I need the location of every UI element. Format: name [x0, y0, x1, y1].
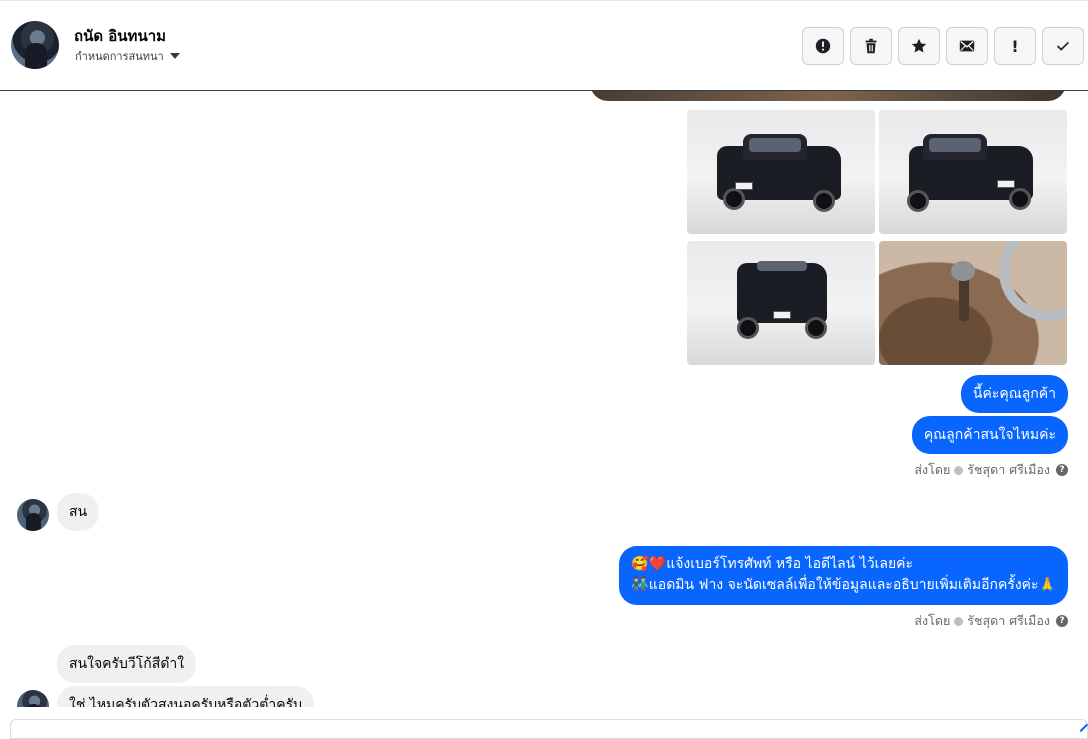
message-line: 👬แอดมิน ฟาง จะนัดเซลล์เพื่อให้ข้อมูลและอ…	[631, 577, 1056, 593]
contact-avatar-small[interactable]	[17, 690, 49, 707]
sent-by-label: ส่งโดย	[914, 613, 951, 628]
help-icon[interactable]: ?	[1056, 464, 1068, 476]
schedule-label: กำหนดการสนทนา	[75, 50, 164, 63]
check-icon	[1057, 41, 1069, 51]
action-toolbar: !	[802, 27, 1084, 65]
truck-wheel	[1009, 188, 1031, 210]
sent-by-line: ส่งโดย รัชสุดา ศรีเมือง ?	[914, 611, 1068, 631]
previous-image-message[interactable]: ❖❖❖❖❖❖❖❖❖	[590, 91, 1066, 101]
trash-icon	[865, 38, 877, 54]
top-divider	[0, 0, 1088, 1]
spam-button[interactable]: !	[994, 27, 1036, 65]
conversation-header: ถนัด อินทนาม กำหนดการสนทนา !	[0, 0, 1088, 91]
truck-windshield	[749, 138, 801, 152]
truck-windshield	[929, 138, 981, 152]
steering-wheel	[999, 241, 1067, 321]
car-photo-4[interactable]	[879, 241, 1067, 365]
sender-name[interactable]: รัชสุดา ศรีเมือง	[967, 460, 1050, 480]
exclamation-icon: !	[1011, 36, 1019, 56]
agent-status-icon	[954, 465, 964, 475]
license-plate	[773, 311, 791, 319]
truck-rear-window	[757, 261, 807, 271]
truck-wheel	[813, 190, 835, 212]
delete-button[interactable]	[850, 27, 892, 65]
schedule-dropdown[interactable]: กำหนดการสนทนา	[75, 47, 180, 65]
truck-wheel	[805, 317, 827, 339]
truck-wheel	[907, 190, 929, 212]
contact-name[interactable]: ถนัด อินทนาม	[74, 24, 166, 48]
message-composer[interactable]	[10, 719, 1088, 739]
done-button[interactable]	[1042, 27, 1084, 65]
mark-unread-button[interactable]	[946, 27, 988, 65]
gear-knob	[951, 261, 975, 281]
car-photo-3[interactable]	[687, 241, 875, 365]
license-plate	[735, 182, 753, 190]
star-icon	[911, 38, 927, 53]
star-button[interactable]	[898, 27, 940, 65]
truck-wheel	[737, 317, 759, 339]
license-plate	[997, 180, 1015, 188]
contact-avatar[interactable]	[11, 21, 59, 69]
caret-down-icon	[169, 53, 180, 59]
incoming-message[interactable]: สน	[57, 493, 100, 531]
report-button[interactable]	[802, 27, 844, 65]
agent-status-icon	[954, 616, 964, 626]
car-photo-1[interactable]	[687, 110, 875, 234]
contact-avatar-small[interactable]	[17, 499, 49, 531]
help-icon[interactable]: ?	[1056, 615, 1068, 627]
sent-by-label: ส่งโดย	[914, 462, 951, 477]
envelope-icon	[959, 40, 975, 52]
message-line: 🥰❤️แจ้งเบอร์โทรศัพท์ หรือ ไอดีไลน์ ไว้เล…	[631, 556, 914, 572]
sender-name[interactable]: รัชสุดา ศรีเมือง	[967, 611, 1050, 631]
outgoing-message-multiline[interactable]: 🥰❤️แจ้งเบอร์โทรศัพท์ หรือ ไอดีไลน์ ไว้เล…	[619, 546, 1068, 605]
sent-by-line: ส่งโดย รัชสุดา ศรีเมือง ?	[914, 460, 1068, 480]
banner-decoration: ❖❖❖❖❖❖❖❖❖	[962, 91, 1052, 93]
incoming-message[interactable]: ใช่ ไหมครับตัวสูงนอครับหรือตัวต่ำครับ	[57, 686, 314, 707]
incoming-message[interactable]: สนใจครับวีโก้สีดำใ	[57, 645, 197, 683]
outgoing-message[interactable]: นี้ค่ะคุณลูกค้า	[960, 375, 1068, 413]
truck-wheel	[723, 188, 745, 210]
message-thread[interactable]: ❖❖❖❖❖❖❖❖❖ นี้ค่ะคุณลูกค้า คุณลูกค้าสนใจไ…	[0, 91, 1088, 707]
outgoing-message[interactable]: คุณลูกค้าสนใจไหมค่ะ	[911, 416, 1068, 454]
alert-circle-icon	[815, 38, 831, 54]
car-photo-2[interactable]	[879, 110, 1067, 234]
